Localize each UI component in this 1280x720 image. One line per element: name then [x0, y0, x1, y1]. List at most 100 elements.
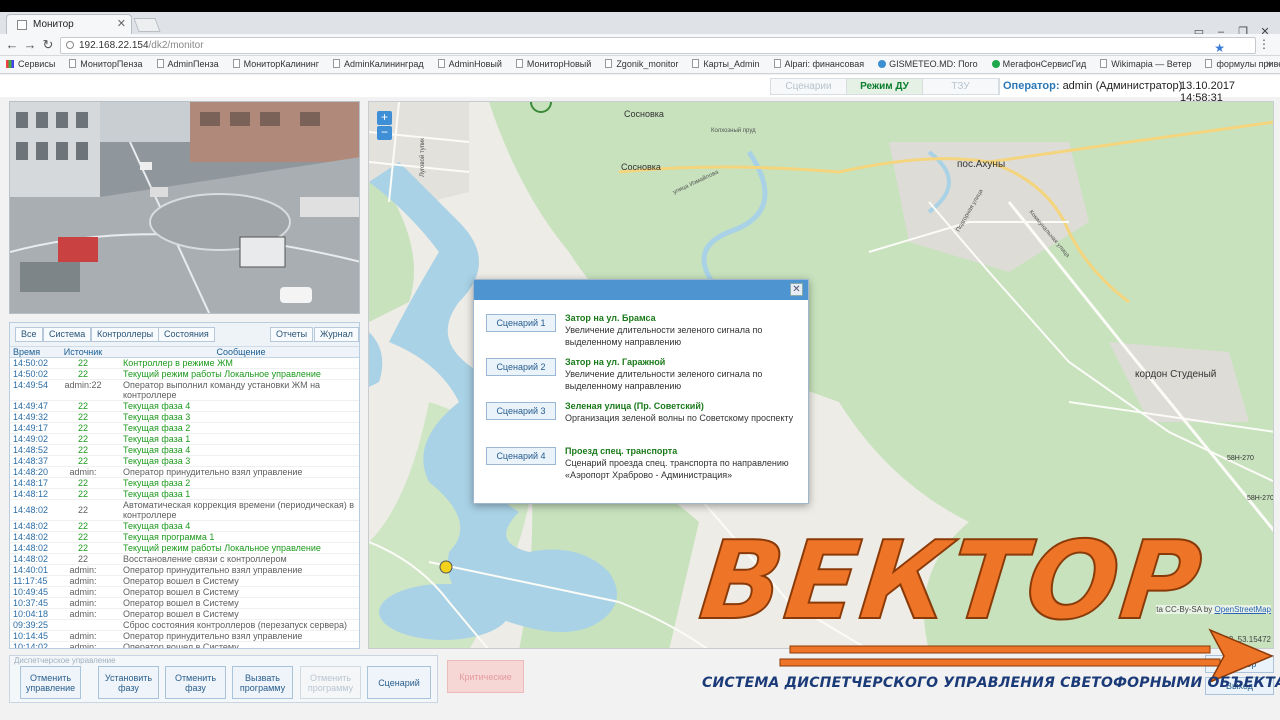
table-row[interactable]: 14:50:02 22 Текущий режим работы Локальное…	[10, 369, 359, 380]
critical-button[interactable]: Критические	[447, 660, 524, 693]
table-row[interactable]: 10:49:45 admin: Оператор вошел в Систему	[10, 587, 359, 598]
page-icon	[605, 59, 613, 68]
close-icon[interactable]: ✕	[790, 283, 803, 296]
mode-tab[interactable]: Режим ДУ	[847, 79, 923, 94]
table-row[interactable]: 10:37:45 admin: Оператор вошел в Систему	[10, 598, 359, 609]
new-tab-button[interactable]	[133, 18, 161, 32]
table-row[interactable]: 14:48:02 22 Текущий режим работы Локальное…	[10, 543, 359, 554]
table-row[interactable]: 14:49:32 22 Текущая фаза 3	[10, 412, 359, 423]
filter-all-button[interactable]: Все	[15, 327, 43, 342]
reload-icon[interactable]: ↻	[40, 37, 56, 53]
more-bookmarks-icon[interactable]: »	[1266, 58, 1272, 70]
table-row[interactable]: 14:48:02 22 Текущая программа 1	[10, 532, 359, 543]
journal-button[interactable]: Журнал	[314, 327, 359, 342]
bookmark-item[interactable]: AdminПенза	[151, 56, 227, 69]
reports-button[interactable]: Отчеты	[270, 327, 314, 342]
table-row[interactable]: 14:48:02 22 Текущая фаза 4	[10, 521, 359, 532]
table-row[interactable]: 14:48:02 22 Автоматическая коррекция време…	[10, 500, 359, 521]
table-row[interactable]: 14:48:37 22 Текущая фаза 3	[10, 456, 359, 467]
col-source[interactable]: Источник	[47, 347, 119, 357]
row-source: 22	[77, 412, 88, 422]
scenario-button[interactable]: Сценарий 3	[486, 402, 556, 420]
filter-controllers-button[interactable]: Контроллеры	[91, 327, 160, 342]
table-row[interactable]: 14:49:54 admin:22 Оператор выполнил команд…	[10, 380, 359, 401]
table-row[interactable]: 14:48:02 22 Восстановление связи с контрол…	[10, 554, 359, 565]
info-icon[interactable]	[66, 41, 74, 49]
row-source: 22	[77, 521, 88, 531]
browser-menu-icon[interactable]: ⋮	[1258, 37, 1270, 51]
row-time: 14:48:02	[13, 554, 49, 564]
bookmark-item[interactable]: Карты_Admin	[686, 56, 767, 69]
filter-system-button[interactable]: Система	[43, 327, 92, 342]
operator-info: Оператор: admin (Администратор)	[1003, 80, 1182, 92]
row-time: 09:39:25	[13, 620, 49, 630]
bookmark-item[interactable]: Alpari: финансовая	[768, 56, 873, 69]
bookmark-label: Wikimapia — Ветер	[1111, 59, 1192, 69]
call-program-button[interactable]: Вызвать программу	[232, 666, 293, 699]
row-source: admin:	[69, 576, 97, 586]
row-message: Оператор принудительно взял управление	[123, 565, 303, 575]
bookmark-item[interactable]: Сервисы	[0, 56, 63, 69]
row-time: 14:48:17	[13, 478, 49, 488]
bookmark-item[interactable]: МониторНовый	[510, 56, 599, 69]
row-message: Оператор выполнил команду установки ЖМ н…	[123, 380, 321, 400]
bookmark-item[interactable]: GISMETEO.MD: Пого	[872, 56, 986, 69]
forward-icon[interactable]: →	[22, 37, 38, 52]
cancel-program-button: Отменить программу	[300, 666, 361, 699]
table-row[interactable]: 14:48:17 22 Текущая фаза 2	[10, 478, 359, 489]
bookmark-item[interactable]: МониторКалининг	[227, 56, 327, 69]
bookmark-item[interactable]: Zgonik_monitor	[599, 56, 686, 69]
table-row[interactable]: 14:48:12 22 Текущая фаза 1	[10, 489, 359, 500]
scenario-button[interactable]: Сценарий	[367, 666, 431, 699]
table-row[interactable]: 11:17:45 admin: Оператор вошел в Систему	[10, 576, 359, 587]
bookmark-item[interactable]: AdminНовый	[432, 56, 510, 69]
map-label: 58Н-270	[1247, 495, 1274, 502]
zoom-in-button[interactable]: +	[377, 111, 392, 125]
mode-tab[interactable]: Сценарии	[771, 79, 847, 94]
cancel-control-button[interactable]: Отменить управление	[20, 666, 81, 699]
log-table-body: 14:50:02 22 Контроллер в режиме ЖМ 14:50:02…	[10, 358, 359, 648]
scenario-button[interactable]: Сценарий 1	[486, 314, 556, 332]
camera-feed[interactable]	[9, 101, 360, 314]
row-message: Текущая фаза 4	[123, 401, 191, 411]
table-row[interactable]: 14:48:52 22 Текущая фаза 4	[10, 445, 359, 456]
table-row[interactable]: 14:48:20 admin: Оператор принудительно взя…	[10, 467, 359, 478]
table-row[interactable]: 10:14:45 admin: Оператор принудительно взя…	[10, 631, 359, 642]
url-field[interactable]: 192.168.22.154/dk2/monitor ★	[60, 37, 1256, 55]
table-row[interactable]: 10:14:02 admin: Оператор вошел в Систему	[10, 642, 359, 648]
table-row[interactable]: 10:04:18 admin: Оператор вошел в Систему	[10, 609, 359, 620]
table-row[interactable]: 14:49:47 22 Текущая фаза 4	[10, 401, 359, 412]
bookmark-item[interactable]: МониторПенза	[63, 56, 150, 69]
table-row[interactable]: 14:49:17 22 Текущая фаза 2	[10, 423, 359, 434]
col-message[interactable]: Сообщение	[119, 347, 359, 357]
row-source: 22	[77, 401, 88, 411]
mode-tab[interactable]: ТЗУ	[923, 79, 999, 94]
site-icon	[878, 60, 887, 68]
bookmark-item[interactable]: МегафонСервисГид	[986, 56, 1095, 69]
operator-button[interactable]: ператор	[1205, 655, 1274, 673]
scenario-button[interactable]: Сценарий 2	[486, 358, 556, 376]
zoom-out-button[interactable]: −	[377, 126, 392, 140]
table-row[interactable]: 14:40:01 admin: Оператор принудительно взя…	[10, 565, 359, 576]
filter-states-button[interactable]: Состояния	[158, 327, 215, 342]
row-time: 10:49:45	[13, 587, 49, 597]
table-row[interactable]: 09:39:25 Сброс состояния контроллеров (пе…	[10, 620, 359, 631]
col-time[interactable]: Время	[10, 347, 47, 357]
exit-button[interactable]: Выход	[1205, 677, 1274, 695]
scenario-button[interactable]: Сценарий 4	[486, 447, 556, 465]
bookmark-label: AdminКалининград	[344, 59, 424, 69]
cancel-phase-button[interactable]: Отменить фазу	[165, 666, 226, 699]
bookmark-star-icon[interactable]: ★	[1214, 41, 1225, 55]
close-tab-icon[interactable]: ✕	[117, 17, 126, 30]
osm-link[interactable]: OpenStreetMap	[1215, 605, 1271, 614]
dialog-title-bar[interactable]: ✕	[474, 280, 808, 300]
table-row[interactable]: 14:49:02 22 Текущая фаза 1	[10, 434, 359, 445]
browser-tab[interactable]: Монитор ✕	[6, 14, 132, 34]
bookmark-item[interactable]: AdminКалининград	[327, 56, 432, 69]
back-icon[interactable]: ←	[4, 37, 20, 52]
table-row[interactable]: 14:50:02 22 Контроллер в режиме ЖМ	[10, 358, 359, 369]
row-message: Оператор принудительно взял управление	[123, 467, 303, 477]
bookmark-item[interactable]: Wikimapia — Ветер	[1094, 56, 1199, 69]
set-phase-button[interactable]: Установить фазу	[98, 666, 159, 699]
row-time: 14:48:52	[13, 445, 49, 455]
